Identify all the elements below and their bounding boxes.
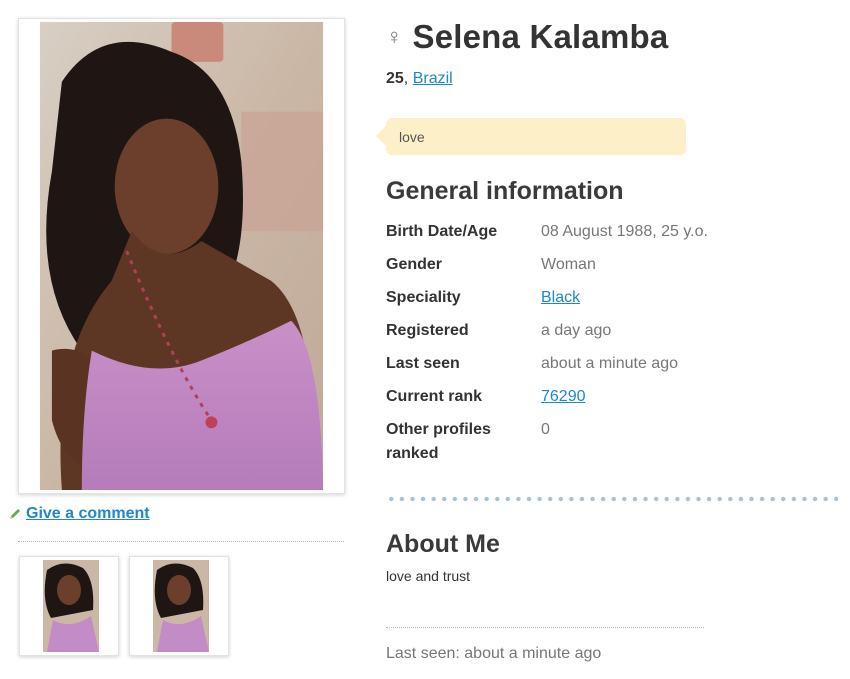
info-row-registered: Registered a day ago [386, 319, 806, 352]
status-message: love [376, 118, 686, 155]
info-value: Woman [541, 256, 596, 273]
age-location: 25, Brazil [386, 70, 453, 88]
info-row-gender: Gender Woman [386, 253, 806, 286]
general-info-title: General information [386, 177, 624, 205]
info-label: Registered [386, 322, 469, 339]
speciality-link[interactable]: Black [541, 289, 580, 306]
pencil-icon [8, 507, 22, 521]
thumbnail-image [23, 560, 115, 652]
thumbnail-image [133, 560, 225, 652]
info-value: a day ago [541, 322, 612, 339]
portrait-image [22, 22, 341, 490]
info-label: Current rank [386, 388, 483, 405]
last-seen-footer: Last seen: about a minute ago [386, 645, 602, 662]
country-link[interactable]: Brazil [413, 70, 453, 87]
status-text: love [399, 128, 425, 145]
photo-thumbnail[interactable] [129, 556, 229, 656]
main-photo-image[interactable] [22, 22, 341, 490]
info-row-other-profiles: Other profiles ranked 0 [386, 418, 806, 466]
info-row-last-seen: Last seen about a minute ago [386, 352, 806, 385]
profile-name: Selena Kalamba [412, 18, 669, 55]
give-comment-link[interactable]: Give a comment [26, 505, 150, 523]
info-label: Birth Date/Age [386, 223, 498, 240]
info-value: 0 [541, 421, 550, 438]
rank-link[interactable]: 76290 [541, 388, 586, 405]
general-info-table: Birth Date/Age 08 August 1988, 25 y.o. G… [386, 220, 806, 466]
info-row-current-rank: Current rank 76290 [386, 385, 806, 418]
age-value: 25 [386, 70, 404, 87]
profile-header: ♀ Selena Kalamba [386, 18, 668, 56]
give-comment[interactable]: Give a comment [8, 505, 150, 523]
main-photo[interactable] [18, 18, 345, 494]
info-label: Speciality [386, 289, 461, 306]
photo-thumbnail[interactable] [19, 556, 119, 656]
about-me-title: About Me [386, 530, 500, 558]
info-value: about a minute ago [541, 355, 678, 372]
divider [18, 541, 344, 542]
info-label: Gender [386, 256, 443, 273]
info-label: Last seen [386, 355, 460, 372]
female-icon: ♀ [386, 24, 403, 49]
info-label: Other profiles ranked [386, 421, 491, 462]
age-separator: , [403, 70, 413, 87]
info-value: 76290 [541, 385, 586, 418]
info-row-birthdate: Birth Date/Age 08 August 1988, 25 y.o. [386, 220, 806, 253]
about-me-text: love and trust [386, 568, 471, 584]
info-row-speciality: Speciality Black [386, 286, 806, 319]
info-value: Black [541, 286, 580, 319]
divider [386, 627, 704, 628]
section-separator [386, 496, 838, 502]
info-value: 08 August 1988, 25 y.o. [541, 223, 708, 240]
